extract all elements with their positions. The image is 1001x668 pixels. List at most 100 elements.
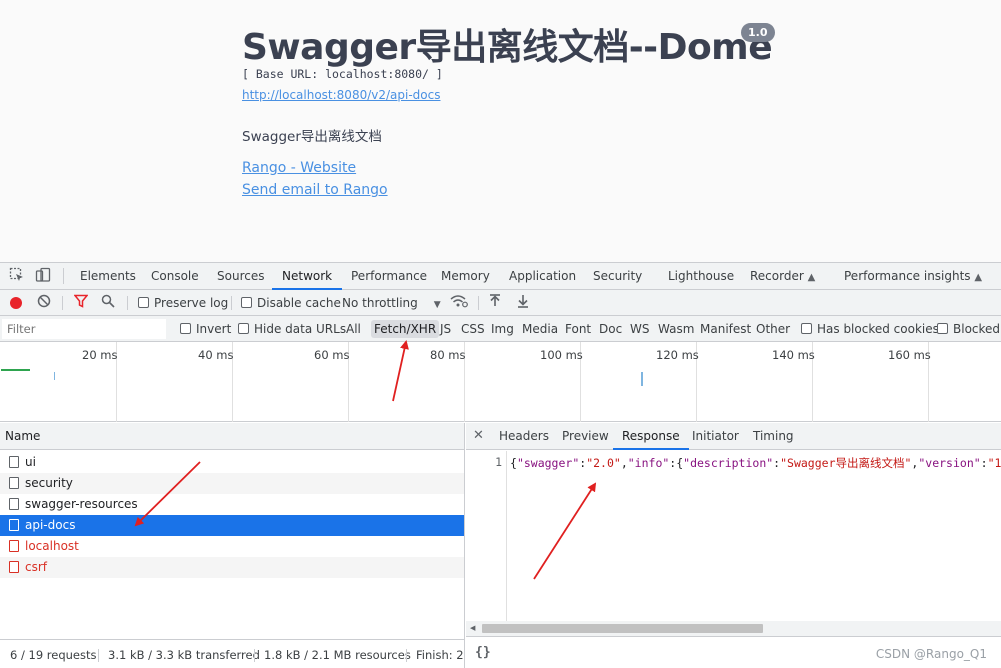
api-docs-link[interactable]: http://localhost:8080/v2/api-docs: [242, 88, 440, 102]
filter-type-other[interactable]: Other: [753, 320, 793, 338]
checkbox-box: [241, 297, 252, 308]
preserve-log-checkbox[interactable]: Preserve log: [138, 290, 228, 316]
pretty-print-button[interactable]: {}: [475, 645, 491, 660]
document-icon: [9, 540, 19, 552]
contact-website-link[interactable]: Rango - Website: [242, 160, 356, 176]
tab-network[interactable]: Network: [272, 263, 343, 290]
response-body[interactable]: {"swagger":"2.0","info":{"description":"…: [510, 455, 1001, 471]
tab-memory[interactable]: Memory: [441, 263, 490, 290]
divider: [63, 268, 64, 284]
network-overview-timeline[interactable]: 20 ms 40 ms 60 ms 80 ms 100 ms 120 ms 14…: [0, 342, 1001, 422]
document-icon: [9, 519, 19, 531]
request-name: api-docs: [25, 518, 76, 532]
tab-preview[interactable]: Preview: [562, 423, 609, 450]
throttling-select[interactable]: No throttling ▼: [342, 290, 441, 316]
filter-type-ws[interactable]: WS: [627, 320, 652, 338]
tab-sources[interactable]: Sources: [217, 263, 264, 290]
timeline-tick-label: 40 ms: [198, 348, 234, 362]
tab-performance[interactable]: Performance: [351, 263, 427, 290]
timeline-tick-label: 80 ms: [430, 348, 466, 362]
tab-elements[interactable]: Elements: [80, 263, 136, 290]
json-token: "swagger": [516, 456, 580, 470]
filter-type-font[interactable]: Font: [562, 320, 594, 338]
filter-type-js[interactable]: JS: [437, 320, 454, 338]
request-name: csrf: [25, 560, 48, 574]
tab-initiator[interactable]: Initiator: [692, 423, 739, 450]
json-token: "1.0": [987, 456, 1001, 470]
tab-lighthouse[interactable]: Lighthouse: [668, 263, 734, 290]
tab-performance-insights[interactable]: Performance insights ▲: [844, 263, 982, 290]
invert-checkbox[interactable]: Invert: [180, 316, 231, 342]
version-badge: 1.0: [741, 23, 775, 42]
filter-type-img[interactable]: Img: [488, 320, 517, 338]
filter-type-media[interactable]: Media: [519, 320, 561, 338]
filter-input[interactable]: [2, 319, 166, 339]
filter-type-fetch-xhr[interactable]: Fetch/XHR: [371, 320, 440, 338]
close-icon[interactable]: ✕: [473, 428, 484, 444]
filter-type-css[interactable]: CSS: [458, 320, 488, 338]
request-name: ui: [25, 455, 36, 469]
tab-recorder[interactable]: Recorder ▲: [750, 263, 815, 290]
filter-type-wasm[interactable]: Wasm: [655, 320, 697, 338]
column-header-name[interactable]: Name: [0, 423, 464, 450]
tab-response[interactable]: Response: [613, 423, 689, 450]
timeline-tick-label: 60 ms: [314, 348, 350, 362]
invert-label: Invert: [196, 322, 232, 336]
tab-security[interactable]: Security: [593, 263, 642, 290]
disable-cache-checkbox[interactable]: Disable cache: [241, 290, 341, 316]
inspect-element-icon[interactable]: [8, 267, 26, 285]
disable-cache-label: Disable cache: [257, 296, 341, 310]
tab-console[interactable]: Console: [151, 263, 199, 290]
json-token: :: [980, 456, 988, 470]
tab-application[interactable]: Application: [509, 263, 576, 290]
divider: [62, 296, 63, 310]
devtools: Elements Console Sources Network Perform…: [0, 262, 1001, 668]
timeline-tick-label: 100 ms: [540, 348, 583, 362]
filter-type-manifest[interactable]: Manifest: [697, 320, 754, 338]
json-token: {: [510, 456, 517, 470]
json-token: "description": [683, 456, 774, 470]
tab-timing[interactable]: Timing: [753, 423, 794, 450]
timeline-tick-label: 20 ms: [82, 348, 118, 362]
watermark: CSDN @Rango_Q1: [875, 647, 987, 661]
json-token: "info": [627, 456, 670, 470]
request-row[interactable]: localhost: [0, 536, 464, 557]
blocked-requests-checkbox[interactable]: Blocked: [937, 316, 1000, 342]
record-button[interactable]: [10, 297, 22, 309]
divider: [478, 296, 479, 310]
clear-icon[interactable]: [35, 294, 53, 312]
filter-type-doc[interactable]: Doc: [596, 320, 625, 338]
import-har-icon[interactable]: [486, 294, 504, 312]
hide-data-urls-label: Hide data URLs: [254, 322, 347, 336]
json-token: "Swagger导出离线文档": [780, 456, 912, 470]
request-row[interactable]: ui: [0, 452, 464, 473]
contact-email-link[interactable]: Send email to Rango: [242, 182, 388, 198]
divider: [127, 296, 128, 310]
request-row-selected[interactable]: api-docs: [0, 515, 464, 536]
document-icon: [9, 456, 19, 468]
screen: Swagger导出离线文档--Dome 1.0 [ Base URL: loca…: [0, 0, 1001, 668]
network-conditions-icon[interactable]: [450, 294, 468, 312]
swagger-page: Swagger导出离线文档--Dome 1.0 [ Base URL: loca…: [0, 0, 1001, 262]
request-row[interactable]: csrf: [0, 557, 464, 578]
scroll-left-arrow-icon[interactable]: ◀: [470, 624, 475, 632]
filter-type-all[interactable]: All: [343, 320, 364, 338]
horizontal-scrollbar[interactable]: ◀: [466, 621, 1001, 636]
filter-icon[interactable]: [72, 294, 90, 312]
scrollbar-thumb[interactable]: [482, 624, 763, 633]
blocked-requests-label: Blocked: [953, 322, 1001, 336]
preserve-log-label: Preserve log: [154, 296, 229, 310]
hide-data-urls-checkbox[interactable]: Hide data URLs: [238, 316, 346, 342]
request-row[interactable]: security: [0, 473, 464, 494]
json-token: :{: [669, 456, 684, 470]
document-icon: [9, 477, 19, 489]
device-toolbar-icon[interactable]: [34, 267, 52, 285]
timeline-request-bar: [1, 369, 30, 371]
request-row[interactable]: swagger-resources: [0, 494, 464, 515]
search-icon[interactable]: [99, 294, 117, 312]
tab-headers[interactable]: Headers: [499, 423, 549, 450]
export-har-icon[interactable]: [514, 294, 532, 312]
has-blocked-cookies-checkbox[interactable]: Has blocked cookies: [801, 316, 939, 342]
json-token: "2.0": [586, 456, 621, 470]
request-list-pane: Name ui security swagger-resources api-d…: [0, 423, 465, 668]
